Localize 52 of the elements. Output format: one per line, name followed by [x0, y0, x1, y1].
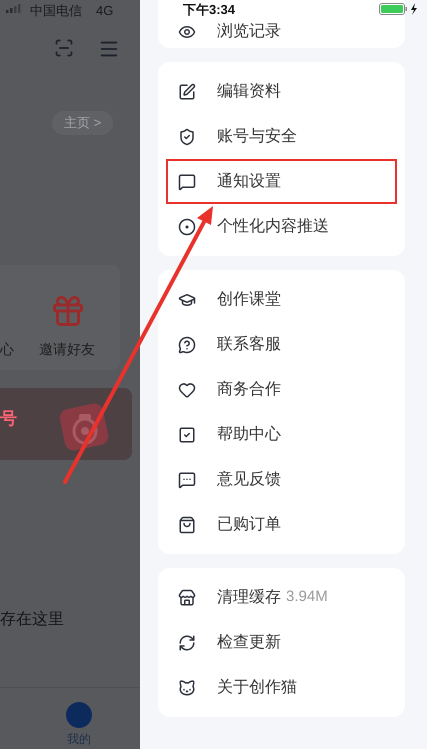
network-type: 4G	[96, 2, 114, 20]
menu-item[interactable]: 浏览记录	[166, 17, 397, 47]
heart-icon	[178, 380, 196, 398]
menu-item[interactable]: 个性化内容推送	[166, 204, 397, 249]
signal-icon	[6, 4, 22, 13]
menu-item[interactable]: 意见反馈	[166, 457, 397, 502]
menu-item[interactable]: 通知设置	[166, 159, 397, 204]
nav-label: 我的	[67, 731, 91, 748]
menu-item[interactable]: 商务合作	[166, 367, 397, 412]
scan-icon[interactable]	[54, 38, 74, 58]
checkbox-icon	[178, 426, 196, 444]
menu-label: 个性化内容推送	[217, 216, 329, 236]
carrier: 中国电信	[30, 2, 82, 20]
hint-text: 存在这里	[0, 610, 64, 630]
clock: 下午3:34	[183, 1, 236, 19]
shield-check-icon	[178, 128, 196, 146]
pencil-square-icon	[178, 82, 196, 100]
banner-title: 号	[0, 408, 17, 430]
store-icon	[178, 588, 196, 606]
menu-item[interactable]: 关于创作猫	[166, 665, 397, 710]
menu-item[interactable]: 已购订单	[166, 502, 397, 547]
menu-label: 通知设置	[217, 172, 281, 192]
target-icon	[178, 218, 196, 236]
menu-item[interactable]: 帮助中心	[166, 412, 397, 457]
menu-label: 创作课堂	[217, 290, 281, 310]
menu-label: 帮助中心	[217, 424, 281, 444]
cache-size: 3.94M	[286, 587, 328, 608]
menu-label: 关于创作猫	[217, 678, 297, 698]
question-bubble-icon	[178, 336, 196, 354]
menu-label: 浏览记录	[217, 22, 281, 42]
menu-label: 账号与安全	[217, 126, 297, 146]
message-icon	[178, 172, 196, 190]
menu-label: 编辑资料	[217, 82, 281, 102]
menu-item[interactable]: 创作课堂	[166, 277, 397, 322]
cat-icon	[178, 678, 196, 696]
menu-label: 意见反馈	[217, 470, 281, 490]
menu-item[interactable]: 检查更新	[166, 620, 397, 665]
refresh-icon	[178, 634, 196, 652]
menu-label: 联系客服	[217, 334, 281, 354]
menu-item[interactable]: 联系客服	[166, 322, 397, 367]
menu-label: 清理缓存	[217, 588, 281, 608]
menu-label: 商务合作	[217, 380, 281, 400]
menu-item[interactable]: 账号与安全	[166, 114, 397, 159]
menu-label: 已购订单	[217, 514, 281, 534]
eye-icon	[178, 23, 196, 41]
gift-icon	[50, 293, 86, 329]
avatar	[66, 702, 92, 728]
chat-dots-icon	[178, 470, 196, 488]
menu-label: 检查更新	[217, 632, 281, 652]
menu-item[interactable]: 清理缓存 3.94M	[166, 575, 397, 620]
menu-item[interactable]: 编辑资料	[166, 69, 397, 114]
bag-icon	[178, 516, 196, 534]
